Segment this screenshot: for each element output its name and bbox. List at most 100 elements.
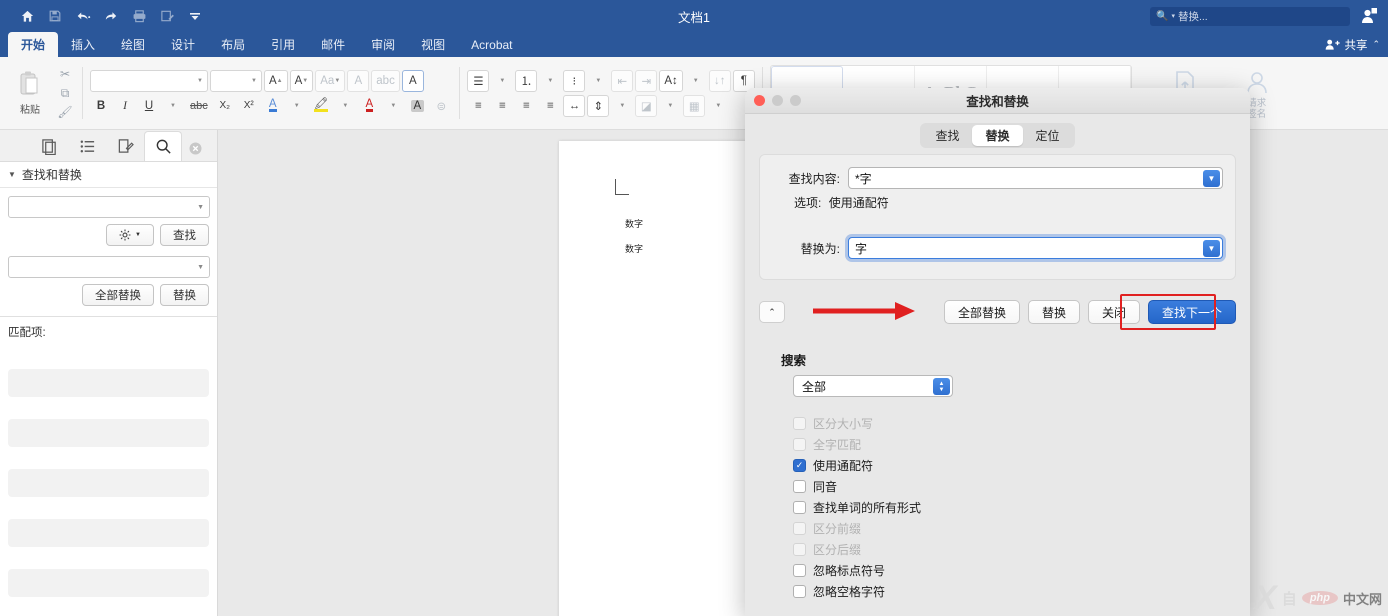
sidebar-find-button[interactable]: 查找 [160, 224, 209, 246]
numbered-list-dropdown[interactable]: ▼ [539, 70, 561, 92]
dialog-tab-find[interactable]: 查找 [922, 125, 972, 146]
text-effects-dropdown[interactable]: ▼ [286, 95, 308, 117]
checkbox-match-case[interactable]: 区分大小写 [793, 413, 1250, 434]
checkbox-match-prefix[interactable]: 区分前缀 [793, 518, 1250, 539]
document-page[interactable]: 数字 数字 [559, 141, 767, 616]
justify-button[interactable]: ≡ [539, 95, 561, 117]
checkbox-whole-word[interactable]: 全字匹配 [793, 434, 1250, 455]
sidebar-settings-button[interactable]: ▼ [106, 224, 154, 246]
checkbox-all-word-forms[interactable]: 查找单词的所有形式 [793, 497, 1250, 518]
dialog-collapse-button[interactable]: ⌃ [759, 301, 785, 323]
sidebar-tab-thumbnails[interactable] [30, 131, 68, 161]
bullet-list-dropdown[interactable]: ▼ [491, 70, 513, 92]
change-case-button[interactable]: Aa▼ [315, 70, 345, 92]
sidebar-tab-outline[interactable] [68, 131, 106, 161]
chevron-down-icon[interactable]: ▼ [1203, 240, 1220, 257]
format-painter-icon[interactable]: 🖌 [55, 104, 75, 121]
tab-start[interactable]: 开始 [8, 32, 58, 57]
line-spacing-button[interactable]: ⇕ [587, 95, 609, 117]
tab-draw[interactable]: 绘图 [108, 32, 158, 57]
phonetic-guide-button[interactable]: abc [371, 70, 400, 92]
enclose-character-button[interactable]: ⊜ [430, 95, 452, 117]
bullet-list-button[interactable]: ☰ [467, 70, 489, 92]
italic-button[interactable]: I [114, 95, 136, 117]
underline-button[interactable]: U [138, 95, 160, 117]
replace-input[interactable]: 字 ▼ [848, 237, 1223, 259]
shading-dropdown[interactable]: ▼ [659, 95, 681, 117]
quick-print-icon[interactable] [154, 4, 180, 28]
dialog-tab-goto[interactable]: 定位 [1023, 125, 1073, 146]
sort-dropdown[interactable]: ▼ [685, 70, 707, 92]
character-border-button[interactable]: A [402, 70, 424, 92]
tab-references[interactable]: 引用 [258, 32, 308, 57]
replace-all-button[interactable]: 全部替换 [944, 300, 1020, 324]
sidebar-find-input[interactable]: ▼ [8, 196, 210, 218]
tab-review[interactable]: 审阅 [358, 32, 408, 57]
numbered-list-button[interactable]: ⒈ [515, 70, 537, 92]
grow-font-button[interactable]: A▲ [264, 70, 288, 92]
sidebar-replace-input[interactable]: ▼ [8, 256, 210, 278]
sidebar-replace-all-button[interactable]: 全部替换 [82, 284, 154, 306]
subscript-button[interactable]: X₂ [214, 95, 236, 117]
shading-button[interactable]: ◪ [635, 95, 657, 117]
dialog-tab-replace[interactable]: 替换 [972, 125, 1022, 146]
find-input[interactable]: *字 ▼ [848, 167, 1223, 189]
font-color-dropdown[interactable]: ▼ [382, 95, 404, 117]
borders-button[interactable]: ▦ [683, 95, 705, 117]
borders-dropdown[interactable]: ▼ [707, 95, 729, 117]
redo-icon[interactable] [98, 4, 124, 28]
tab-design[interactable]: 设计 [158, 32, 208, 57]
checkbox-sounds-like[interactable]: 同音 [793, 476, 1250, 497]
decrease-indent-button[interactable]: ⇤ [611, 70, 633, 92]
search-scope-select[interactable]: 全部 ▲▼ [793, 375, 953, 397]
checkbox-match-suffix[interactable]: 区分后缀 [793, 539, 1250, 560]
cut-icon[interactable]: ✂ [55, 66, 75, 83]
align-right-button[interactable]: ≡ [515, 95, 537, 117]
distribute-button[interactable]: ↔ [563, 95, 585, 117]
search-input[interactable]: 🔍 ▾ 替换... [1150, 7, 1350, 26]
shrink-font-button[interactable]: A▼ [290, 70, 314, 92]
highlight-button[interactable]: 🖍 [310, 95, 333, 117]
line-spacing-dropdown[interactable]: ▼ [611, 95, 633, 117]
undo-icon[interactable] [70, 4, 96, 28]
tab-mailings[interactable]: 邮件 [308, 32, 358, 57]
save-icon[interactable] [42, 4, 68, 28]
align-left-button[interactable]: ≡ [467, 95, 489, 117]
sidebar-replace-button[interactable]: 替换 [160, 284, 209, 306]
character-shading-button[interactable]: A [406, 95, 428, 117]
font-size-combo[interactable]: ▼ [210, 70, 262, 92]
bold-button[interactable]: B [90, 95, 112, 117]
checkbox-use-wildcards[interactable]: ✓ 使用通配符 [793, 455, 1250, 476]
highlight-dropdown[interactable]: ▼ [334, 95, 356, 117]
chevron-down-icon[interactable]: ▼ [1203, 170, 1220, 187]
share-button[interactable]: 共享 [1325, 37, 1367, 53]
font-color-button[interactable]: A [358, 95, 380, 117]
font-name-combo[interactable]: ▼ [90, 70, 208, 92]
multilevel-list-button[interactable]: ⁝ [563, 70, 585, 92]
align-center-button[interactable]: ≡ [491, 95, 513, 117]
underline-dropdown[interactable]: ▼ [162, 95, 184, 117]
tab-acrobat[interactable]: Acrobat [458, 32, 525, 57]
sidebar-tab-review[interactable] [106, 131, 144, 161]
increase-indent-button[interactable]: ⇥ [635, 70, 657, 92]
paste-button[interactable]: 粘贴 [7, 70, 53, 116]
clear-formatting-button[interactable]: A [347, 70, 369, 92]
tab-insert[interactable]: 插入 [58, 32, 108, 57]
customize-qat-icon[interactable] [182, 4, 208, 28]
sort-az-button[interactable]: ↓↑ [709, 70, 731, 92]
replace-button[interactable]: 替换 [1028, 300, 1080, 324]
sort-button[interactable]: A↕ [659, 70, 682, 92]
sidebar-panel-header[interactable]: ▼ 查找和替换 [0, 162, 217, 188]
superscript-button[interactable]: X² [238, 95, 260, 117]
text-effects-button[interactable]: A [262, 95, 284, 117]
stepper-icon[interactable]: ▲▼ [933, 378, 950, 395]
checkbox-ignore-whitespace[interactable]: 忽略空格字符 [793, 581, 1250, 602]
account-icon[interactable] [1358, 5, 1380, 27]
tab-view[interactable]: 视图 [408, 32, 458, 57]
checkbox-ignore-punctuation[interactable]: 忽略标点符号 [793, 560, 1250, 581]
multilevel-list-dropdown[interactable]: ▼ [587, 70, 609, 92]
strikethrough-button[interactable]: abc [186, 95, 212, 117]
sidebar-close-button[interactable] [188, 141, 203, 161]
home-icon[interactable] [14, 4, 40, 28]
sidebar-tab-search[interactable] [144, 131, 182, 161]
